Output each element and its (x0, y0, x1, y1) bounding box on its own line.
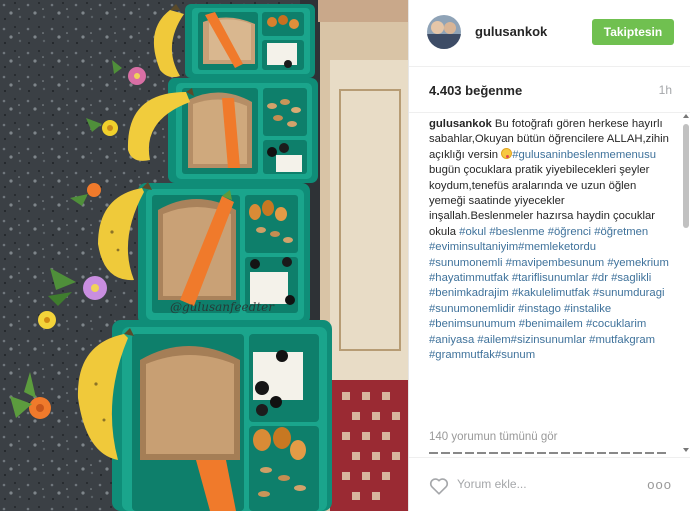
hashtag-link[interactable]: #dr (592, 272, 608, 284)
hashtag-link[interactable]: #sunum (495, 349, 535, 361)
comments-scrollbar[interactable] (681, 112, 690, 456)
hashtag-link[interactable]: #grammutfak (429, 349, 495, 361)
likes-row: 4.403 beğenme 1h (409, 66, 690, 113)
username-link[interactable]: gulusankok (475, 24, 547, 39)
hashtag-link[interactable]: #okul (459, 226, 486, 238)
hashtag-link[interactable]: #aniyasa (429, 334, 474, 346)
hashtag-link[interactable]: #beslenme (489, 226, 544, 238)
comment-bar: ooo (409, 457, 690, 512)
hashtag-link[interactable]: #memleketordu (518, 241, 596, 253)
heart-icon[interactable] (429, 477, 449, 495)
likes-count[interactable]: 4.403 beğenme (429, 83, 522, 98)
follow-button[interactable]: Takiptesin (592, 19, 674, 45)
hashtag-link[interactable]: #ailem (477, 334, 510, 346)
food-photo-illustration (0, 0, 408, 511)
yum-emoji-icon (501, 147, 513, 159)
hashtag-link[interactable]: #mavipembesunum (506, 257, 605, 269)
caption-username[interactable]: gulusankok (429, 118, 492, 130)
hashtag-link[interactable]: #sizinsunumlar (511, 334, 586, 346)
hashtag-link[interactable]: #mutfakgram (589, 334, 655, 346)
scroll-up-arrow-icon[interactable] (683, 114, 689, 118)
scrollbar-thumb[interactable] (683, 124, 689, 228)
hashtag-link[interactable]: #kakulelimutfak (512, 287, 590, 299)
hashtag-link[interactable]: #öğrenci (548, 226, 591, 238)
hashtag-link[interactable]: #yemekrium (607, 257, 669, 269)
post-photo[interactable]: @gulusanfeedter (0, 0, 408, 511)
hashtag-link[interactable]: #benimsunumum (429, 318, 516, 330)
hashtag-link[interactable]: #gulusaninbeslenmemenusu (512, 149, 656, 161)
post-caption: gulusankok Bu fotoğrafı gören herkese ha… (429, 117, 669, 364)
hashtag-link[interactable]: #benimailem (519, 318, 583, 330)
more-options-icon[interactable]: ooo (647, 477, 672, 492)
post-sidebar: gulusankok Takiptesin 4.403 beğenme 1h g… (408, 0, 690, 511)
post-header: gulusankok Takiptesin (409, 0, 690, 67)
hashtag-link[interactable]: #öğretmen (594, 226, 648, 238)
hashtag-link[interactable]: #instago (518, 303, 561, 315)
hashtag-link[interactable]: #instalike (564, 303, 611, 315)
scroll-down-arrow-icon[interactable] (683, 448, 689, 452)
view-all-comments-link[interactable]: 140 yorumun tümünü gör (429, 431, 558, 443)
hashtag-link[interactable]: #sunumduragi (593, 287, 665, 299)
hashtag-link[interactable]: #eviminsultaniyim (429, 241, 518, 253)
hashtag-link[interactable]: #saglikli (611, 272, 651, 284)
post-time[interactable]: 1h (659, 83, 672, 97)
avatar[interactable] (427, 15, 461, 49)
hashtag-link[interactable]: #sunumonemli (429, 257, 502, 269)
hashtag-link[interactable]: #hayatimmutfak (429, 272, 509, 284)
hashtag-link[interactable]: #tariflisunumlar (512, 272, 589, 284)
partially-visible-comment (429, 451, 669, 455)
hashtag-link[interactable]: #sunumonemlidir (429, 303, 515, 315)
hashtag-link[interactable]: #cocuklarim (586, 318, 646, 330)
hashtag-link[interactable]: #benimkadrajim (429, 287, 509, 299)
photo-watermark: @gulusanfeedter (170, 300, 275, 314)
comment-input[interactable] (457, 475, 627, 493)
